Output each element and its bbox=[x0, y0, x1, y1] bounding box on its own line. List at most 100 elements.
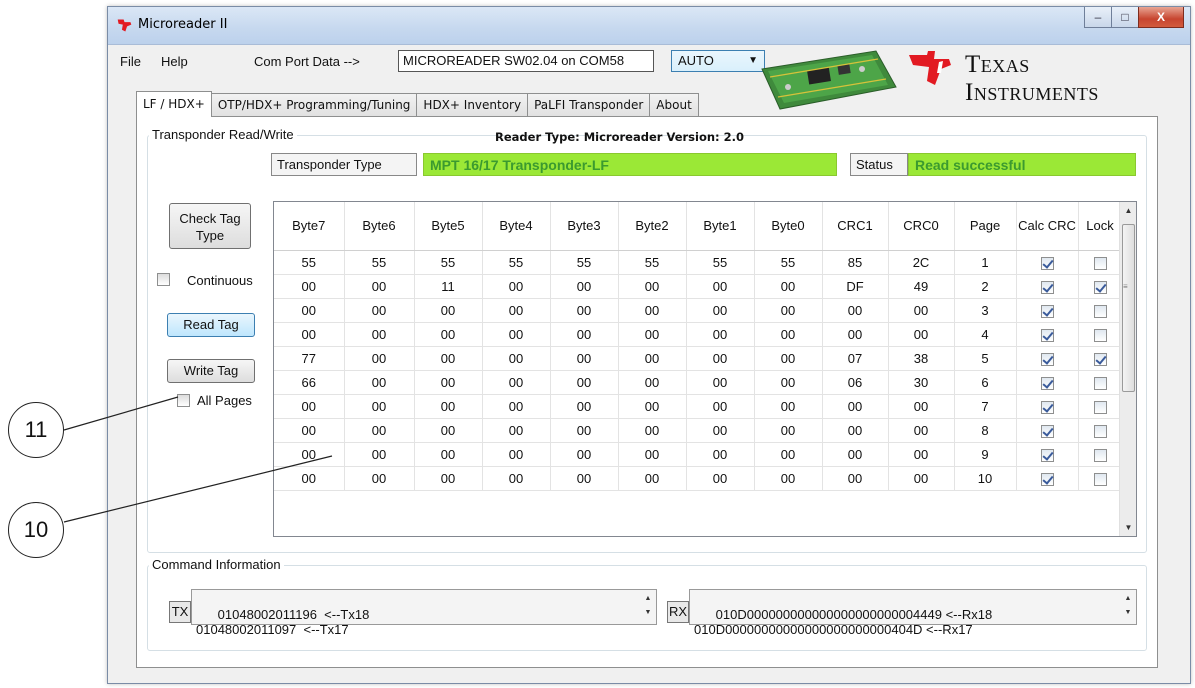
table-cell[interactable]: 55 bbox=[618, 250, 687, 275]
table-cell[interactable]: 00 bbox=[482, 418, 551, 443]
table-row[interactable]: 66 00 00 00 00 00 00 00 06 30 6 bbox=[274, 370, 1123, 395]
table-cell[interactable]: 00 bbox=[344, 346, 415, 371]
table-cell[interactable]: 00 bbox=[686, 418, 755, 443]
comport-data-field[interactable]: MICROREADER SW02.04 on COM58 bbox=[398, 50, 654, 72]
menu-file[interactable]: File bbox=[120, 54, 141, 69]
table-cell[interactable]: 00 bbox=[482, 370, 551, 395]
table-cell[interactable]: 00 bbox=[618, 322, 687, 347]
table-cell[interactable]: 00 bbox=[618, 346, 687, 371]
table-cell[interactable]: 00 bbox=[414, 346, 483, 371]
column-header[interactable]: Calc CRC bbox=[1016, 202, 1079, 251]
lock-checkbox[interactable] bbox=[1093, 376, 1107, 390]
check-tag-type-button[interactable]: Check Tag Type bbox=[169, 203, 251, 249]
tab-about[interactable]: About bbox=[649, 93, 699, 117]
table-cell[interactable]: 00 bbox=[482, 442, 551, 467]
table-cell[interactable]: 00 bbox=[414, 298, 483, 323]
scroll-up-icon[interactable]: ▲ bbox=[1120, 202, 1136, 219]
table-cell[interactable]: 00 bbox=[550, 394, 619, 419]
table-cell[interactable]: 00 bbox=[550, 274, 619, 299]
table-cell[interactable]: 00 bbox=[618, 370, 687, 395]
column-header[interactable]: Byte4 bbox=[482, 202, 551, 251]
table-cell[interactable]: 77 bbox=[274, 346, 345, 371]
table-cell[interactable]: 00 bbox=[344, 298, 415, 323]
table-cell[interactable]: 00 bbox=[618, 442, 687, 467]
table-cell[interactable]: 00 bbox=[686, 274, 755, 299]
table-cell[interactable]: 00 bbox=[344, 322, 415, 347]
table-cell[interactable]: 2 bbox=[954, 274, 1017, 299]
table-cell[interactable]: 4 bbox=[954, 322, 1017, 347]
table-cell[interactable]: 06 bbox=[822, 370, 889, 395]
table-cell[interactable]: 38 bbox=[888, 346, 955, 371]
table-cell[interactable]: 00 bbox=[274, 466, 345, 491]
column-header[interactable]: Byte7 bbox=[274, 202, 345, 251]
table-cell[interactable]: 00 bbox=[754, 370, 823, 395]
table-row[interactable]: 55 55 55 55 55 55 55 55 85 2C 1 bbox=[274, 250, 1123, 275]
table-cell[interactable]: 85 bbox=[822, 250, 889, 275]
lock-checkbox[interactable] bbox=[1093, 280, 1107, 294]
table-cell[interactable]: 00 bbox=[754, 466, 823, 491]
rx-scroll-icon[interactable]: ▲ ▼ bbox=[1122, 592, 1134, 620]
table-cell[interactable]: 00 bbox=[888, 418, 955, 443]
table-cell[interactable]: 7 bbox=[954, 394, 1017, 419]
table-cell[interactable]: 00 bbox=[414, 418, 483, 443]
table-cell[interactable]: 00 bbox=[754, 274, 823, 299]
table-cell[interactable]: 00 bbox=[482, 394, 551, 419]
lock-checkbox[interactable] bbox=[1093, 352, 1107, 366]
calc-crc-checkbox[interactable] bbox=[1040, 352, 1054, 366]
table-cell[interactable]: 00 bbox=[344, 394, 415, 419]
column-header[interactable]: Byte2 bbox=[618, 202, 687, 251]
table-cell[interactable]: 00 bbox=[482, 298, 551, 323]
table-cell[interactable]: 10 bbox=[954, 466, 1017, 491]
calc-crc-checkbox[interactable] bbox=[1040, 424, 1054, 438]
lock-checkbox[interactable] bbox=[1093, 424, 1107, 438]
table-cell[interactable]: 30 bbox=[888, 370, 955, 395]
table-cell[interactable]: 00 bbox=[888, 298, 955, 323]
table-cell[interactable]: 00 bbox=[754, 298, 823, 323]
tab-lf-hdx[interactable]: LF / HDX+ bbox=[136, 91, 212, 117]
table-cell[interactable]: 00 bbox=[344, 418, 415, 443]
all-pages-checkbox[interactable] bbox=[177, 394, 190, 407]
table-cell[interactable]: 00 bbox=[344, 466, 415, 491]
pages-grid[interactable]: Byte7 Byte6 Byte5 Byte4 Byte3 Byte2 Byte1 Byte0… bbox=[273, 201, 1137, 537]
tab-otp-programming[interactable]: OTP/HDX+ Programming/Tuning bbox=[210, 93, 418, 117]
table-cell[interactable]: 55 bbox=[414, 250, 483, 275]
table-cell[interactable]: 55 bbox=[754, 250, 823, 275]
table-cell[interactable]: 00 bbox=[618, 466, 687, 491]
table-cell[interactable]: 00 bbox=[686, 466, 755, 491]
table-cell[interactable]: 00 bbox=[274, 298, 345, 323]
table-cell[interactable]: 00 bbox=[274, 274, 345, 299]
table-cell[interactable]: 00 bbox=[822, 322, 889, 347]
scroll-thumb[interactable] bbox=[1122, 224, 1135, 392]
table-cell[interactable]: 49 bbox=[888, 274, 955, 299]
grid-scrollbar[interactable]: ▲ ≡ ▼ bbox=[1119, 202, 1136, 536]
title-bar[interactable]: Microreader II – □ X bbox=[108, 7, 1190, 45]
column-header[interactable]: Lock bbox=[1078, 202, 1123, 251]
table-cell[interactable]: 5 bbox=[954, 346, 1017, 371]
table-cell[interactable]: 00 bbox=[754, 322, 823, 347]
table-cell[interactable]: 00 bbox=[550, 346, 619, 371]
table-cell[interactable]: 00 bbox=[618, 274, 687, 299]
table-cell[interactable]: 00 bbox=[686, 298, 755, 323]
table-cell[interactable]: 00 bbox=[754, 394, 823, 419]
table-row[interactable]: 00 00 00 00 00 00 00 00 00 00 4 bbox=[274, 322, 1123, 347]
close-button[interactable]: X bbox=[1138, 7, 1184, 28]
column-header[interactable]: Byte3 bbox=[550, 202, 619, 251]
calc-crc-checkbox[interactable] bbox=[1040, 304, 1054, 318]
table-cell[interactable]: 55 bbox=[550, 250, 619, 275]
table-cell[interactable]: 00 bbox=[888, 322, 955, 347]
calc-crc-checkbox[interactable] bbox=[1040, 328, 1054, 342]
table-cell[interactable]: 00 bbox=[482, 466, 551, 491]
lock-checkbox[interactable] bbox=[1093, 256, 1107, 270]
table-cell[interactable]: 00 bbox=[686, 370, 755, 395]
calc-crc-checkbox[interactable] bbox=[1040, 400, 1054, 414]
table-row[interactable]: 00 00 00 00 00 00 00 00 00 00 7 bbox=[274, 394, 1123, 419]
column-header[interactable]: CRC0 bbox=[888, 202, 955, 251]
table-cell[interactable]: 00 bbox=[686, 346, 755, 371]
table-cell[interactable]: 8 bbox=[954, 418, 1017, 443]
column-header[interactable]: Byte0 bbox=[754, 202, 823, 251]
continuous-checkbox[interactable] bbox=[157, 273, 170, 286]
table-cell[interactable]: 00 bbox=[754, 442, 823, 467]
table-cell[interactable]: 00 bbox=[822, 442, 889, 467]
table-cell[interactable]: 00 bbox=[274, 322, 345, 347]
table-cell[interactable]: 3 bbox=[954, 298, 1017, 323]
